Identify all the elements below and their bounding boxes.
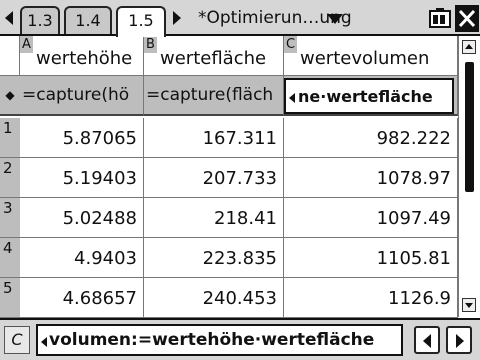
- formula-cell-a[interactable]: =capture(hö: [20, 76, 144, 116]
- tab-1-3[interactable]: 1.3: [20, 6, 60, 34]
- formula-edit-text: ne·wertefläche: [298, 87, 433, 106]
- scroll-up-icon[interactable]: [462, 40, 476, 54]
- cell-a2[interactable]: 5.19403: [20, 158, 144, 198]
- sheet-corner[interactable]: [0, 36, 20, 76]
- vertical-scrollbar[interactable]: [458, 36, 480, 317]
- formula-entry-text: volumen:=wertehöhe·wertefläche: [49, 330, 375, 350]
- cell-a3[interactable]: 5.02488: [20, 198, 144, 238]
- formula-text: =capture(fläch: [146, 85, 274, 105]
- cell-value: 5.02488: [62, 208, 137, 229]
- column-name: wertevolumen: [300, 48, 430, 69]
- column-header-a[interactable]: A wertehöhe: [20, 36, 144, 76]
- entry-bar: C volumen:=wertehöhe·wertefläche: [0, 318, 480, 360]
- cell-value: 5.87065: [62, 128, 137, 149]
- triangle-down-icon[interactable]: [326, 13, 344, 25]
- row-header-2[interactable]: 2: [0, 158, 20, 198]
- scroll-tabs-left-icon[interactable]: [2, 8, 16, 28]
- cell-value: 982.222: [376, 128, 451, 149]
- tab-1-4[interactable]: 1.4: [64, 6, 112, 34]
- spreadsheet: A wertehöhe B wertefläche C wertevolumen…: [0, 36, 460, 318]
- formula-entry-line[interactable]: volumen:=wertehöhe·wertefläche: [36, 324, 403, 356]
- cell-a4[interactable]: 4.9403: [20, 238, 144, 278]
- cell-value: 1097.49: [376, 208, 451, 229]
- row-header-1[interactable]: 1: [0, 118, 20, 158]
- cell-value: 1078.97: [376, 168, 451, 189]
- next-arrow-button[interactable]: [446, 326, 472, 354]
- cell-c4[interactable]: 1105.81: [284, 238, 458, 278]
- cell-c1[interactable]: 982.222: [284, 118, 458, 158]
- cell-a5[interactable]: 4.68657: [20, 278, 144, 318]
- formula-cell-b[interactable]: =capture(fläch: [144, 76, 284, 116]
- formula-row-marker: ◆: [0, 76, 20, 116]
- scroll-left-indicator-icon: [41, 337, 47, 347]
- scroll-tabs-right-icon[interactable]: [170, 8, 184, 28]
- cell-value: 223.835: [202, 248, 277, 269]
- row-header-5[interactable]: 5: [0, 278, 20, 318]
- battery-icon: [429, 8, 451, 28]
- cell-b1[interactable]: 167.311: [144, 118, 284, 158]
- cell-value: 167.311: [202, 128, 277, 149]
- cell-b3[interactable]: 218.41: [144, 198, 284, 238]
- close-icon[interactable]: [455, 5, 479, 32]
- column-header-c[interactable]: C wertevolumen: [284, 36, 458, 76]
- cell-value: 1105.81: [376, 248, 451, 269]
- cell-value: 207.733: [202, 168, 277, 189]
- cell-value: 218.41: [214, 208, 277, 229]
- column-letter: A: [20, 36, 33, 53]
- cell-value: 5.19403: [62, 168, 137, 189]
- column-name: wertehöhe: [36, 48, 133, 69]
- column-letter: B: [144, 36, 157, 53]
- scroll-left-indicator-icon: [289, 93, 295, 103]
- row-header-3[interactable]: 3: [0, 198, 20, 238]
- formula-text: =capture(hö: [22, 85, 130, 105]
- cell-b2[interactable]: 207.733: [144, 158, 284, 198]
- column-letter: C: [284, 36, 297, 53]
- cell-b5[interactable]: 240.453: [144, 278, 284, 318]
- cell-c2[interactable]: 1078.97: [284, 158, 458, 198]
- cell-value: 4.9403: [74, 248, 137, 269]
- scroll-down-icon[interactable]: [462, 298, 476, 312]
- cell-value: 1126.9: [388, 288, 451, 309]
- row-header-4[interactable]: 4: [0, 238, 20, 278]
- cell-reference: C: [4, 326, 30, 354]
- cell-c5[interactable]: 1126.9: [284, 278, 458, 318]
- top-tab-bar: 1.3 1.4 1.5 *Optimierun…ung: [0, 0, 480, 37]
- formula-edit-field-c[interactable]: ne·wertefläche: [284, 78, 454, 114]
- cell-value: 4.68657: [62, 288, 137, 309]
- cell-b4[interactable]: 223.835: [144, 238, 284, 278]
- scrollbar-thumb[interactable]: [465, 62, 474, 192]
- previous-arrow-button[interactable]: [414, 326, 440, 354]
- tab-1-5[interactable]: 1.5: [116, 6, 166, 37]
- cell-a1[interactable]: 5.87065: [20, 118, 144, 158]
- column-header-b[interactable]: B wertefläche: [144, 36, 284, 76]
- cell-value: 240.453: [202, 288, 277, 309]
- column-name: wertefläche: [160, 48, 267, 69]
- cell-c3[interactable]: 1097.49: [284, 198, 458, 238]
